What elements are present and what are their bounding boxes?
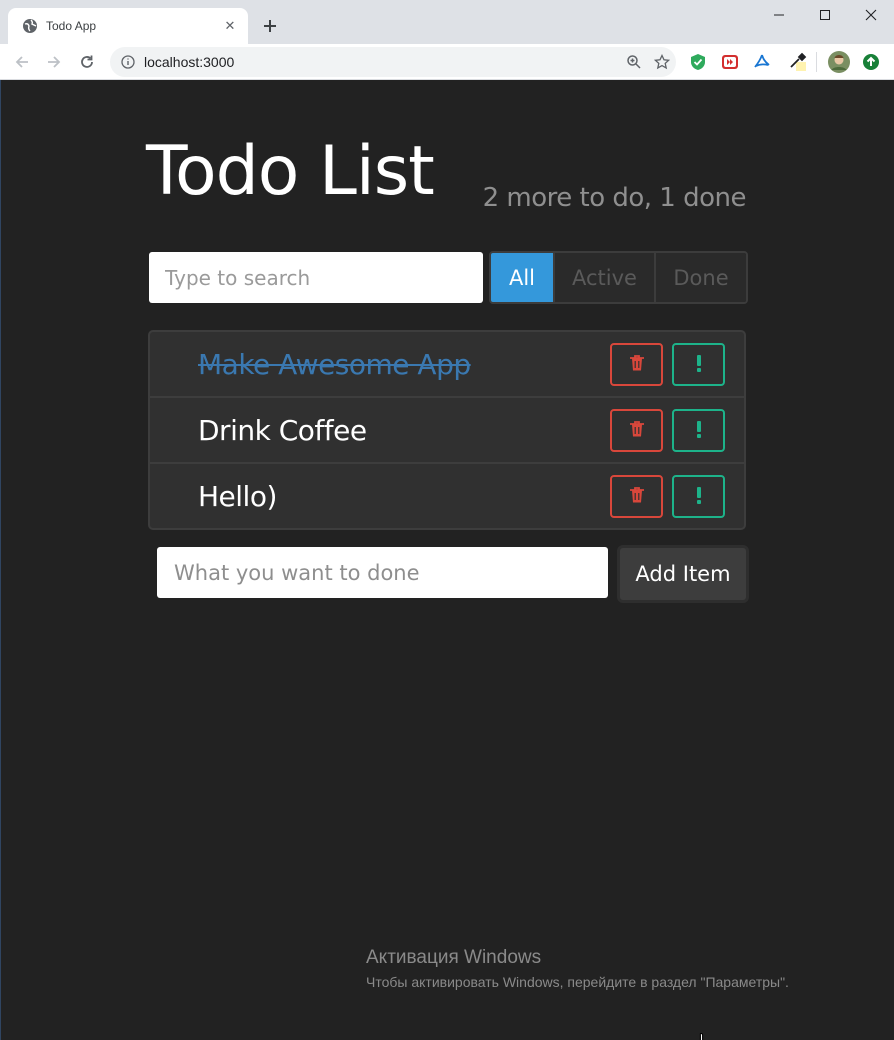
reload-icon[interactable] [73,48,101,76]
toolbar-divider [816,52,817,72]
info-icon[interactable] [120,54,136,70]
back-icon[interactable] [8,48,36,76]
close-window-icon[interactable] [848,0,894,30]
window-border [0,80,1,1040]
hand-cursor-icon [696,1032,712,1040]
maximize-icon[interactable] [802,0,848,30]
filter-button-group: All Active Done [489,251,748,304]
delete-button[interactable] [610,475,663,518]
zoom-icon[interactable] [620,48,648,76]
url-text: localhost:3000 [144,54,235,70]
page-title: Todo List [146,132,435,211]
important-button[interactable] [672,409,725,452]
tab-close-icon[interactable]: ✕ [222,18,238,34]
trash-icon [629,486,645,508]
browser-toolbar: localhost:3000 [0,44,894,80]
search-input[interactable] [149,252,483,303]
todo-app: Todo List 2 more to do, 1 done All Activ… [146,80,749,1040]
eyedropper-extension-icon[interactable] [786,50,810,74]
trash-icon [629,420,645,442]
todo-item[interactable]: Drink Coffee [150,398,744,464]
exclamation-icon [696,486,702,508]
add-item-button[interactable]: Add Item [617,545,749,603]
filter-panel: All Active Done [148,251,748,304]
bookmark-star-icon[interactable] [648,48,676,76]
filter-active-button[interactable]: Active [555,253,656,302]
new-item-input[interactable] [157,547,608,598]
filter-all-button[interactable]: All [491,253,555,302]
address-bar[interactable]: localhost:3000 [110,47,676,77]
todo-item-label[interactable]: Hello) [198,480,277,513]
important-button[interactable] [672,475,725,518]
exclamation-icon [696,420,702,442]
update-icon[interactable] [859,50,883,74]
watermark-subtitle: Чтобы активировать Windows, перейдите в … [366,974,789,990]
browser-tab[interactable]: Todo App ✕ [8,8,248,44]
todo-item[interactable]: Make Awesome App [150,332,744,398]
delete-button[interactable] [610,409,663,452]
media-extension-icon[interactable] [718,50,742,74]
todo-item-label[interactable]: Drink Coffee [198,414,367,447]
globe-icon [22,18,38,34]
browser-titlebar: Todo App ✕ [0,0,894,44]
minimize-icon[interactable] [756,0,802,30]
forward-icon[interactable] [40,48,68,76]
windows-activation-watermark: Активация Windows Чтобы активировать Win… [366,946,789,992]
avatar[interactable] [827,50,851,74]
filter-done-button[interactable]: Done [656,253,746,302]
shield-extension-icon[interactable] [686,50,710,74]
exclamation-icon [696,354,702,376]
delete-button[interactable] [610,343,663,386]
tab-title: Todo App [46,19,97,33]
todo-list: Make Awesome App Drink Coffee Hello) [148,330,746,530]
important-button[interactable] [672,343,725,386]
todo-stats: 2 more to do, 1 done [482,183,747,213]
todo-item[interactable]: Hello) [150,464,744,528]
acrobat-extension-icon[interactable] [750,50,774,74]
add-item-form: Add Item [156,545,750,1040]
watermark-title: Активация Windows [366,947,542,968]
app-header: Todo List 2 more to do, 1 done [146,80,747,250]
new-tab-icon[interactable] [258,14,282,38]
trash-icon [629,354,645,376]
todo-item-label[interactable]: Make Awesome App [198,348,471,381]
